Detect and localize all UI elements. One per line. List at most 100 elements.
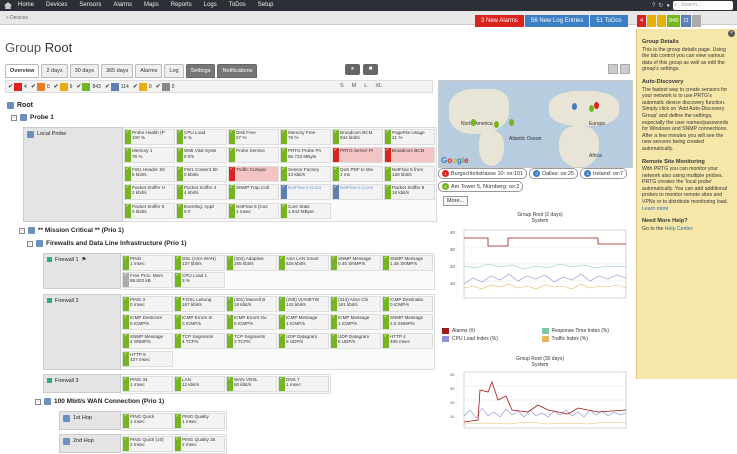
nav-reports[interactable]: Reports <box>165 0 198 11</box>
checkbox-icon[interactable]: ✔ <box>54 83 59 90</box>
sensor-tile[interactable]: Eventlog: Appli0 # <box>176 202 227 219</box>
sensor-tile[interactable]: PRTG Probe Pn56.723 MByte <box>280 147 331 164</box>
nav-sensors[interactable]: Sensors <box>73 0 107 11</box>
graph-2days[interactable]: 40 30 20 10 <box>448 226 633 324</box>
sensor-tile[interactable]: LAN12 kbit/s <box>174 376 225 392</box>
sensor-tile[interactable]: UDP Datagram6 UDP/s <box>278 332 329 349</box>
sensor-tile[interactable]: SNMP Trap Coll <box>228 184 279 201</box>
tab-notifications[interactable]: Notifications <box>217 64 258 78</box>
status-counter[interactable] <box>657 15 666 27</box>
map-pin-icon[interactable] <box>494 121 499 128</box>
sensor-tile[interactable]: NetFlow 5 (Cust <box>332 184 383 201</box>
graph-30days[interactable]: 40 30 20 10 <box>448 370 633 454</box>
device-label[interactable]: Local Probe <box>23 127 123 222</box>
refresh-icon[interactable]: ↻ <box>658 2 663 9</box>
alert-button[interactable]: 56 New Log Entries <box>525 15 590 27</box>
help-center-link[interactable]: Help Center. <box>665 226 694 232</box>
sensor-tile[interactable]: SNMP Message1.45 SNMP/s <box>382 255 433 271</box>
device-label[interactable]: 1st Hop <box>59 411 121 430</box>
checkbox-icon[interactable]: ✔ <box>76 83 81 90</box>
geo-map[interactable]: North America Europe Atlantic Ocean Afri… <box>438 80 633 168</box>
menu-icon[interactable] <box>620 64 630 74</box>
alert-button[interactable]: 51 ToDos <box>590 15 628 27</box>
sensor-tile[interactable]: Packet Sniffer 44 kbit/s <box>176 184 227 201</box>
tab-overview[interactable]: Overview <box>5 64 40 78</box>
device-label[interactable]: 2nd Hop <box>59 434 121 453</box>
status-counter[interactable]: 848 <box>667 15 681 27</box>
sensor-tile[interactable]: DSL (ASA WAN)137 kbit/s <box>174 255 225 271</box>
tab-2-days[interactable]: 2 days <box>41 64 68 78</box>
status-counter[interactable] <box>647 15 656 27</box>
expand-icon[interactable]: - <box>11 114 17 121</box>
learn-more-link[interactable]: Learn more <box>642 206 669 212</box>
sensor-tile[interactable]: CPU Load8 % <box>176 129 227 145</box>
sensor-tile[interactable]: ICMP DestUnre0 ICMP/s <box>122 314 173 331</box>
nav-setup[interactable]: Setup <box>252 0 280 11</box>
sensor-tile[interactable]: NetFlow 5 (Cus1 msec <box>228 202 279 219</box>
checkbox-icon[interactable]: ✔ <box>133 83 138 90</box>
tab-30-days[interactable]: 30 days <box>69 64 99 78</box>
sensor-tile[interactable]: SNMP Message0.45 SNMP/s <box>330 255 381 271</box>
location-item[interactable]: 2 Dallas: ox:25 <box>529 168 578 179</box>
sensor-tile[interactable]: UDP Datagram6 UDP/s <box>330 332 381 349</box>
sensor-tile[interactable]: CPU Load 13 % <box>174 272 225 288</box>
user-icon[interactable]: ● <box>666 3 670 9</box>
checkbox-icon[interactable]: ✔ <box>8 83 13 90</box>
status-counter[interactable] <box>691 15 701 27</box>
sensor-tile[interactable]: ICMP Message1 ICMP/s <box>330 314 381 331</box>
help-icon[interactable]: ? <box>652 3 655 9</box>
sensor-tile[interactable]: Broadcom BCM <box>384 147 435 164</box>
sensor-tile[interactable]: NetFlow 5 from139 kbit/s <box>384 165 435 182</box>
location-item[interactable]: 1 Burgschleitstrasse 10: ox:101 <box>438 168 528 179</box>
sensor-tile[interactable]: PING Quick (10)2 msec <box>122 436 173 452</box>
status-counter[interactable]: 11 <box>681 15 691 27</box>
sensor-tile[interactable]: Sensor Factory44 kbit/s <box>280 165 331 182</box>
nav-devices[interactable]: Devices <box>40 0 73 11</box>
location-item[interactable]: 3 Ireland: ox:7 <box>579 168 628 179</box>
sensor-tile[interactable]: SNMP Message2 SNMP/s <box>122 332 173 349</box>
sensor-tile[interactable]: Traffic Compar <box>228 165 279 182</box>
sensor-tile[interactable]: ICMP Message1 ICMP/s <box>278 314 329 331</box>
sensor-tile[interactable]: (301) Marvell B19 kbit/s <box>226 296 277 312</box>
sensor-tile[interactable]: ICMP Errors In0 ICMP/s <box>174 314 225 331</box>
sensor-tile[interactable]: PING Quality 352 msec <box>174 436 225 452</box>
sensor-tile[interactable]: Memory Free76 % <box>280 129 331 145</box>
sensor-tile[interactable]: TCP Segments3 TCP/s <box>226 332 277 349</box>
firewalls-group[interactable]: - Firewalls and Data Line Infrastructure … <box>27 240 187 247</box>
tab-365-days[interactable]: 365 days <box>100 64 134 78</box>
sensor-tile[interactable]: DNS 71 msec <box>278 376 329 392</box>
sensor-tile[interactable]: Broadcom BCM844 kbit/s <box>332 129 383 145</box>
sensor-tile[interactable]: PING Quick1 msec <box>122 413 173 429</box>
sensor-tile[interactable]: WAN VDSL80 kbit/s <box>226 376 277 392</box>
status-filter[interactable]: ✔ 114 <box>105 82 131 91</box>
device-label[interactable]: Firewall 2 <box>43 294 121 370</box>
status-filter[interactable]: ✔ 0 <box>133 82 154 91</box>
sensor-tile[interactable]: Free Proc. Mem88.823 kB <box>122 272 173 288</box>
checkbox-icon[interactable]: ✔ <box>105 83 110 90</box>
sensor-tile[interactable]: (302) Adaptive265 kbit/s <box>226 255 277 271</box>
nav-alarms[interactable]: Alarms <box>107 0 138 11</box>
map-pin-icon[interactable] <box>471 119 476 126</box>
sensor-tile[interactable]: PING 30 msec <box>122 296 173 312</box>
view-option-m[interactable]: M <box>352 83 357 89</box>
view-option-xl[interactable]: XL <box>375 83 382 89</box>
sensor-tile[interactable]: PING Quality1 msec <box>174 413 225 429</box>
sensor-tile[interactable]: TCP Segments4 TCP/s <box>174 332 225 349</box>
map-pin-icon[interactable] <box>594 102 599 109</box>
status-filter[interactable]: ✔ 843 <box>76 82 102 91</box>
status-filter[interactable]: ✔ 0 <box>31 82 52 91</box>
status-filter[interactable]: ✔ 4 <box>8 82 29 91</box>
sensor-tile[interactable]: Packet Sniffer H2 kbit/s <box>124 184 175 201</box>
expand-icon[interactable]: - <box>27 240 33 247</box>
view-option-s[interactable]: S <box>340 83 344 89</box>
mission-critical-group[interactable]: - ** Mission Critical ** (Prio 1) <box>19 227 124 234</box>
sensor-tile[interactable]: PING 341 msec <box>122 376 173 392</box>
sensor-tile[interactable]: PRTG Server Pr <box>332 147 383 164</box>
sensor-tile[interactable]: SNMP Message2.5 SNMP/s <box>382 314 433 331</box>
expand-icon[interactable]: - <box>19 227 25 234</box>
layout-icon[interactable] <box>608 64 618 74</box>
device-label[interactable]: Firewall 1 ⚑ <box>43 253 121 289</box>
nav-home[interactable]: Home <box>12 0 40 11</box>
probe-group[interactable]: - Probe 1 <box>11 114 54 121</box>
sensor-tile[interactable]: Core Stats1.643 MByte <box>280 202 331 219</box>
